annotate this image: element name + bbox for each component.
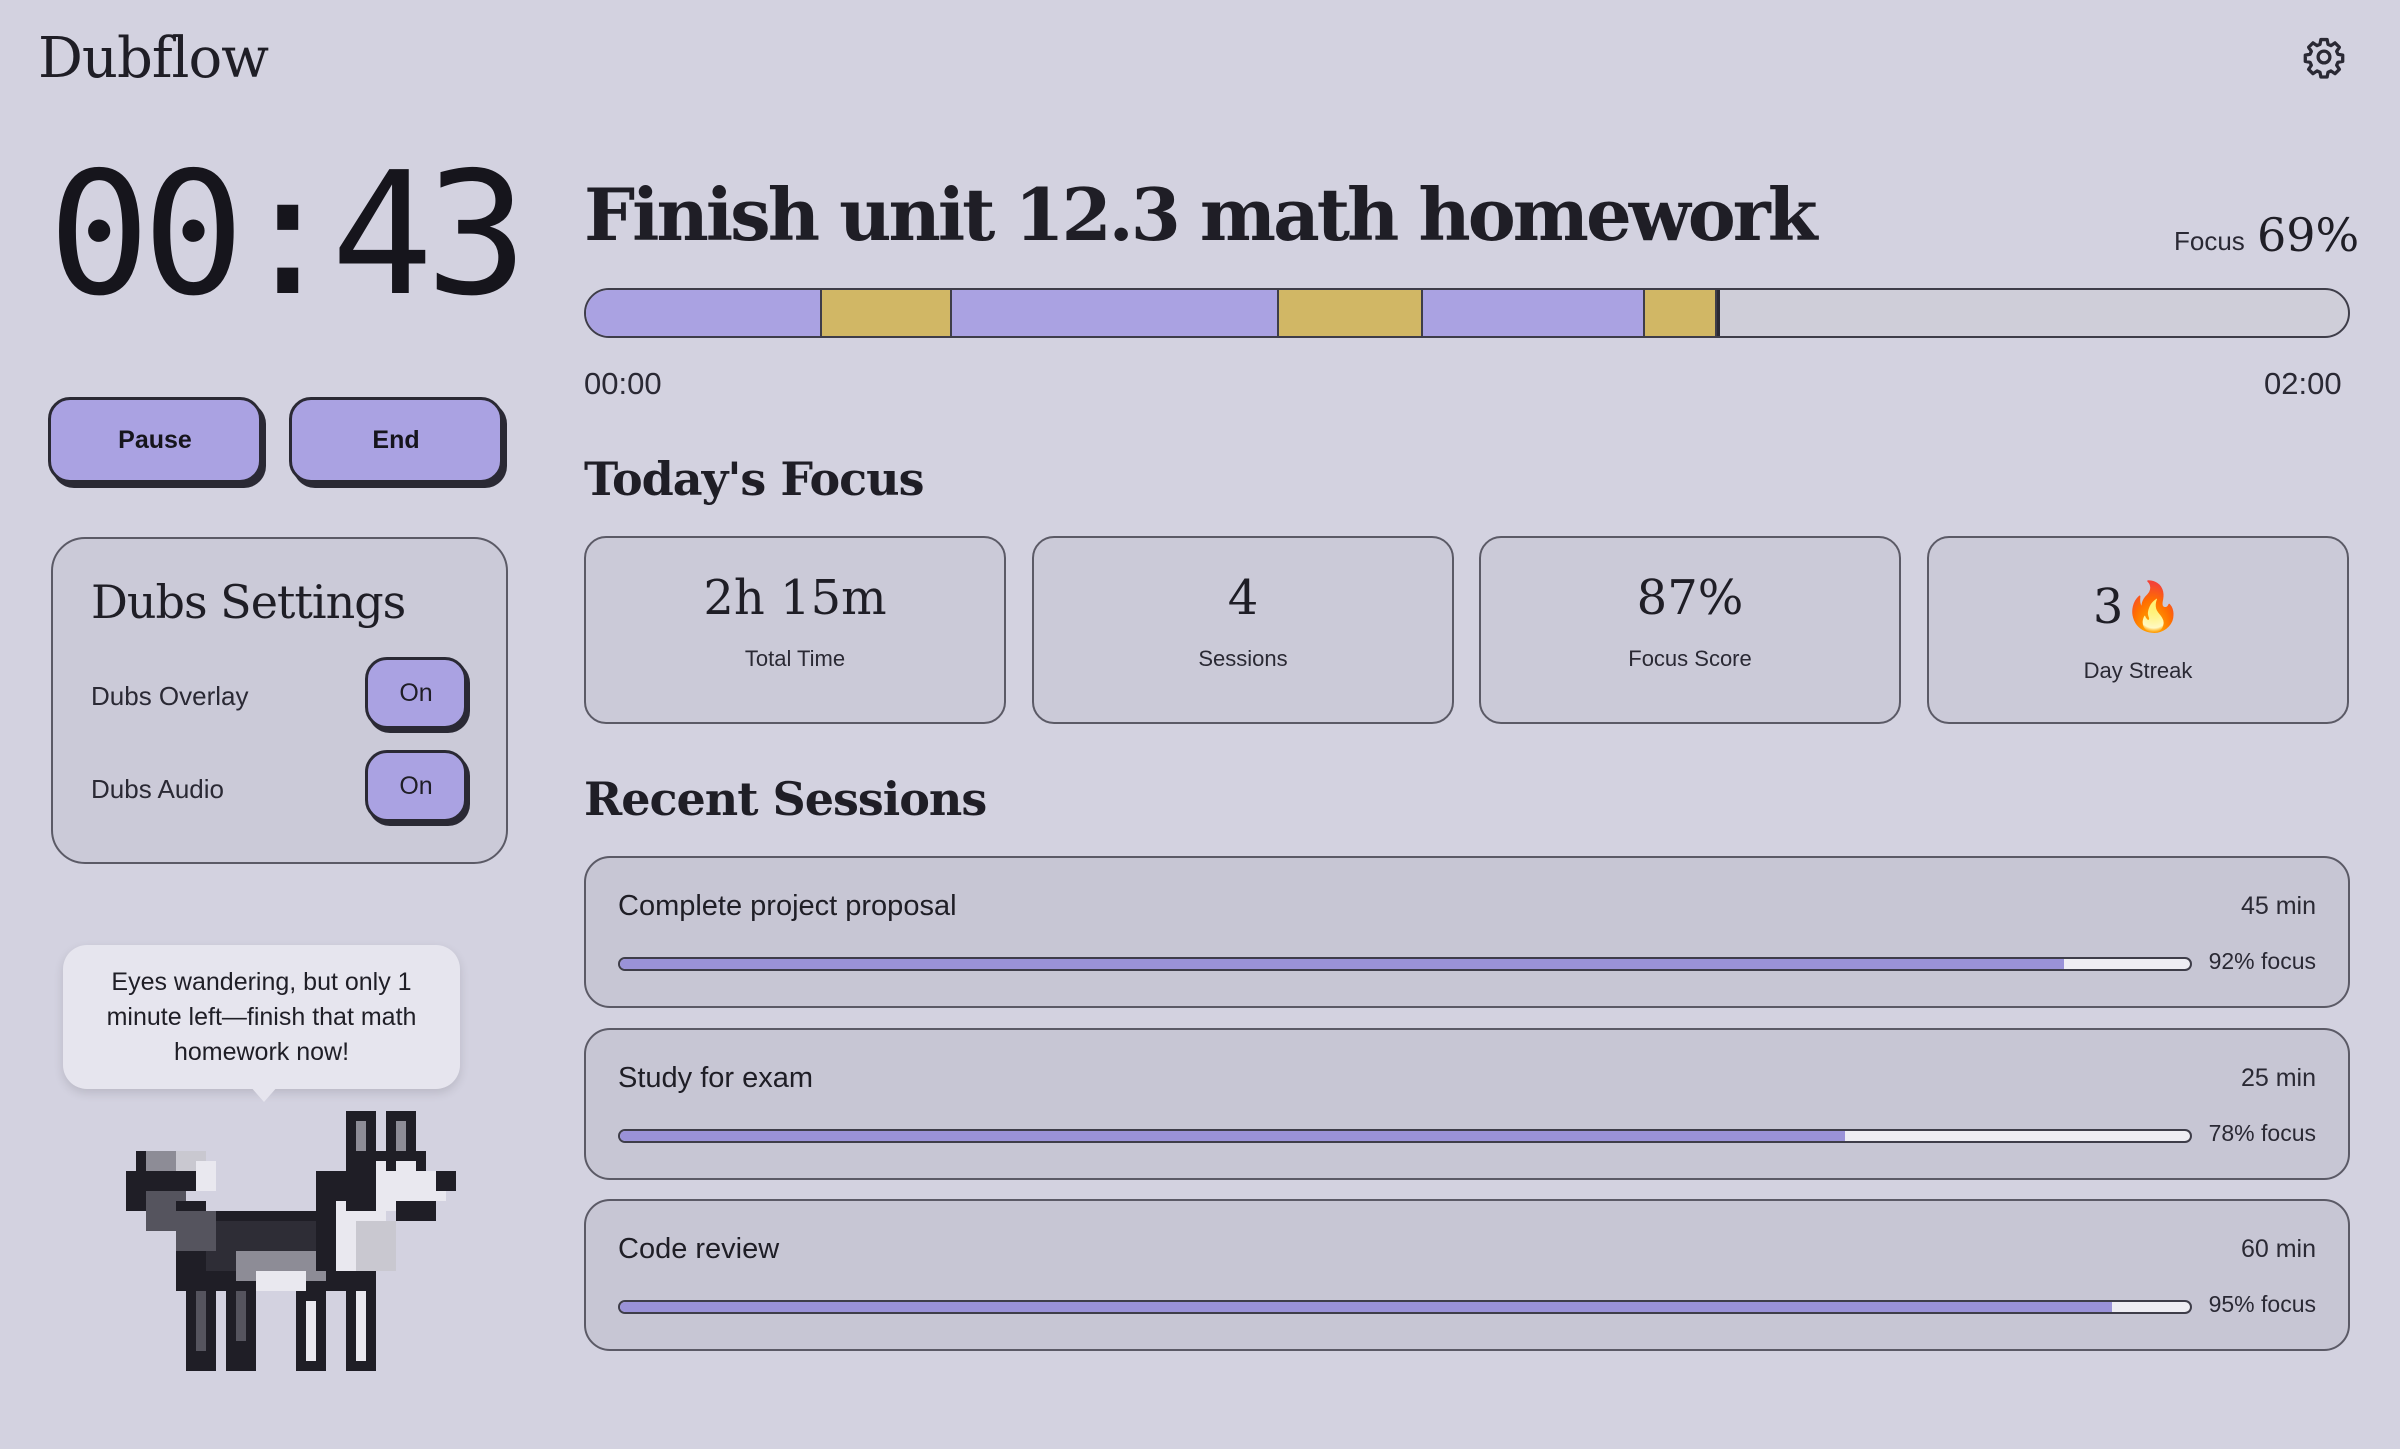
stat-value: 3🔥 — [2092, 579, 2184, 635]
session-focus-bar — [618, 1129, 2192, 1143]
timeline-segment-focused — [586, 290, 821, 336]
session-name: Study for exam — [618, 1062, 814, 1094]
husky-dog-icon — [126, 1111, 456, 1371]
pause-button[interactable]: Pause — [48, 397, 262, 483]
dubs-settings-card: Dubs Settings Dubs Overlay On Dubs Audio… — [51, 537, 508, 864]
speech-bubble-tail — [250, 1086, 278, 1102]
speech-bubble: Eyes wandering, but only 1 minute left—f… — [63, 945, 460, 1089]
stat-card-total-time: 2h 15m Total Time — [584, 536, 1006, 724]
stat-value: 2h 15m — [703, 570, 887, 626]
timeline-end-time: 02:00 — [2264, 366, 2342, 401]
stat-label: Focus Score — [1628, 646, 1752, 671]
session-focus-bar — [618, 957, 2192, 971]
session-duration: 25 min — [2240, 1064, 2316, 1092]
session-card[interactable]: Code review 60 min 95% focus — [584, 1199, 2350, 1351]
session-focus-percent: 95% focus — [2208, 1291, 2316, 1317]
timeline-segment-distracted — [820, 290, 953, 336]
timer-display: 00:43 — [48, 136, 528, 334]
session-focus-percent: 78% focus — [2208, 1120, 2316, 1146]
timeline-progress-marker — [1717, 290, 1721, 336]
session-focus-bar — [618, 1300, 2192, 1314]
app-title: Dubflow — [38, 26, 269, 91]
todays-focus-title: Today's Focus — [584, 452, 925, 506]
dubs-overlay-toggle[interactable]: On — [365, 657, 467, 729]
focus-value: 69% — [2257, 208, 2360, 262]
timeline-start-time: 00:00 — [584, 366, 662, 401]
stat-card-focus-score: 87% Focus Score — [1479, 536, 1901, 724]
session-focus-percent: 92% focus — [2208, 948, 2316, 974]
focus-label: Focus — [2174, 226, 2245, 256]
timeline-segment-focused — [952, 290, 1277, 336]
stat-card-day-streak: 3🔥 Day Streak — [1927, 536, 2349, 724]
stat-label: Day Streak — [2083, 658, 2193, 683]
focus-timeline — [584, 288, 2350, 338]
stat-label: Sessions — [1198, 646, 1288, 671]
timeline-segment-distracted — [1276, 290, 1423, 336]
session-duration: 60 min — [2240, 1235, 2316, 1263]
recent-sessions-title: Recent Sessions — [584, 772, 987, 826]
session-duration: 45 min — [2240, 892, 2316, 920]
session-card[interactable]: Complete project proposal 45 min 92% foc… — [584, 856, 2350, 1008]
stat-value: 4 — [1227, 570, 1259, 626]
task-title: Finish unit 12.3 math homework — [584, 172, 1818, 257]
session-name: Code review — [618, 1233, 780, 1265]
gear-icon[interactable] — [2302, 35, 2346, 79]
stat-card-sessions: 4 Sessions — [1032, 536, 1454, 724]
end-button[interactable]: End — [289, 397, 503, 483]
dubs-overlay-label: Dubs Overlay — [91, 681, 249, 711]
dubs-audio-label: Dubs Audio — [91, 774, 224, 804]
dubs-settings-title: Dubs Settings — [91, 575, 406, 629]
session-card[interactable]: Study for exam 25 min 78% focus — [584, 1028, 2350, 1180]
stat-label: Total Time — [744, 646, 846, 671]
dubs-audio-toggle[interactable]: On — [365, 750, 467, 822]
stat-value: 87% — [1636, 570, 1744, 626]
timeline-segment-distracted — [1643, 290, 1718, 336]
timeline-segment-focused — [1422, 290, 1644, 336]
session-name: Complete project proposal — [618, 890, 957, 922]
